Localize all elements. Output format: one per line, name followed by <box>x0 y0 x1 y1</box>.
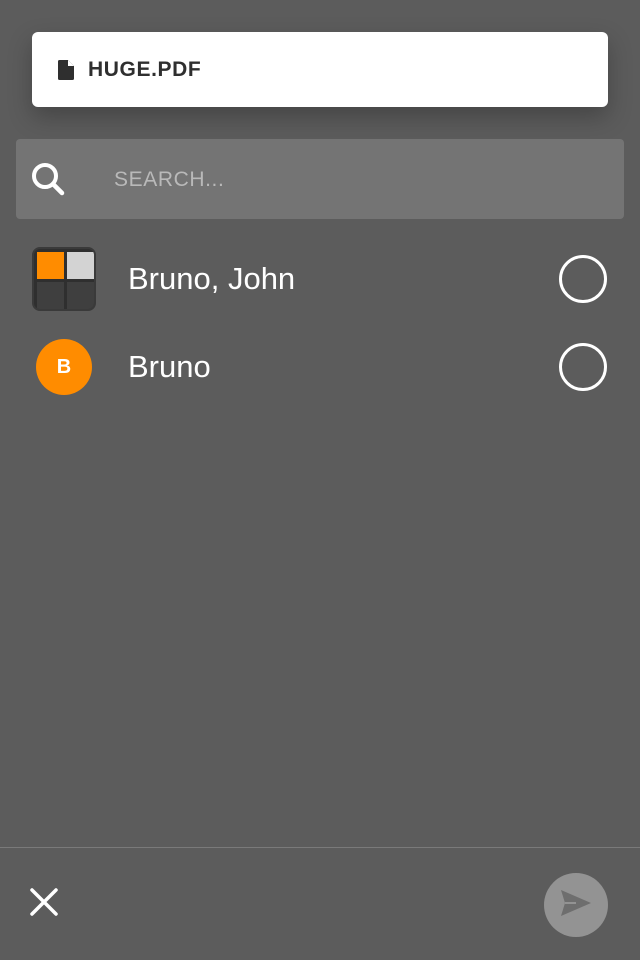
contact-name: Bruno, John <box>128 261 296 296</box>
close-button[interactable] <box>22 882 66 926</box>
send-icon <box>560 889 592 922</box>
avatar: B <box>36 339 92 395</box>
contact-name: Bruno <box>128 349 211 384</box>
contact-row[interactable]: B Bruno <box>0 323 640 411</box>
select-radio[interactable] <box>559 343 607 391</box>
search-bar[interactable] <box>16 139 624 219</box>
send-button[interactable] <box>544 873 608 937</box>
search-icon <box>30 161 66 197</box>
attachment-file-name: HUGE.PDF <box>88 57 202 81</box>
select-radio[interactable] <box>559 255 607 303</box>
group-avatar <box>32 247 96 311</box>
contact-row[interactable]: Bruno, John <box>0 235 640 323</box>
file-icon <box>56 59 76 81</box>
contact-list: Bruno, John B Bruno <box>0 235 640 411</box>
close-icon <box>30 887 58 921</box>
search-input[interactable] <box>112 159 596 201</box>
attachment-card: HUGE.PDF <box>32 32 608 107</box>
bottom-bar <box>0 847 640 960</box>
